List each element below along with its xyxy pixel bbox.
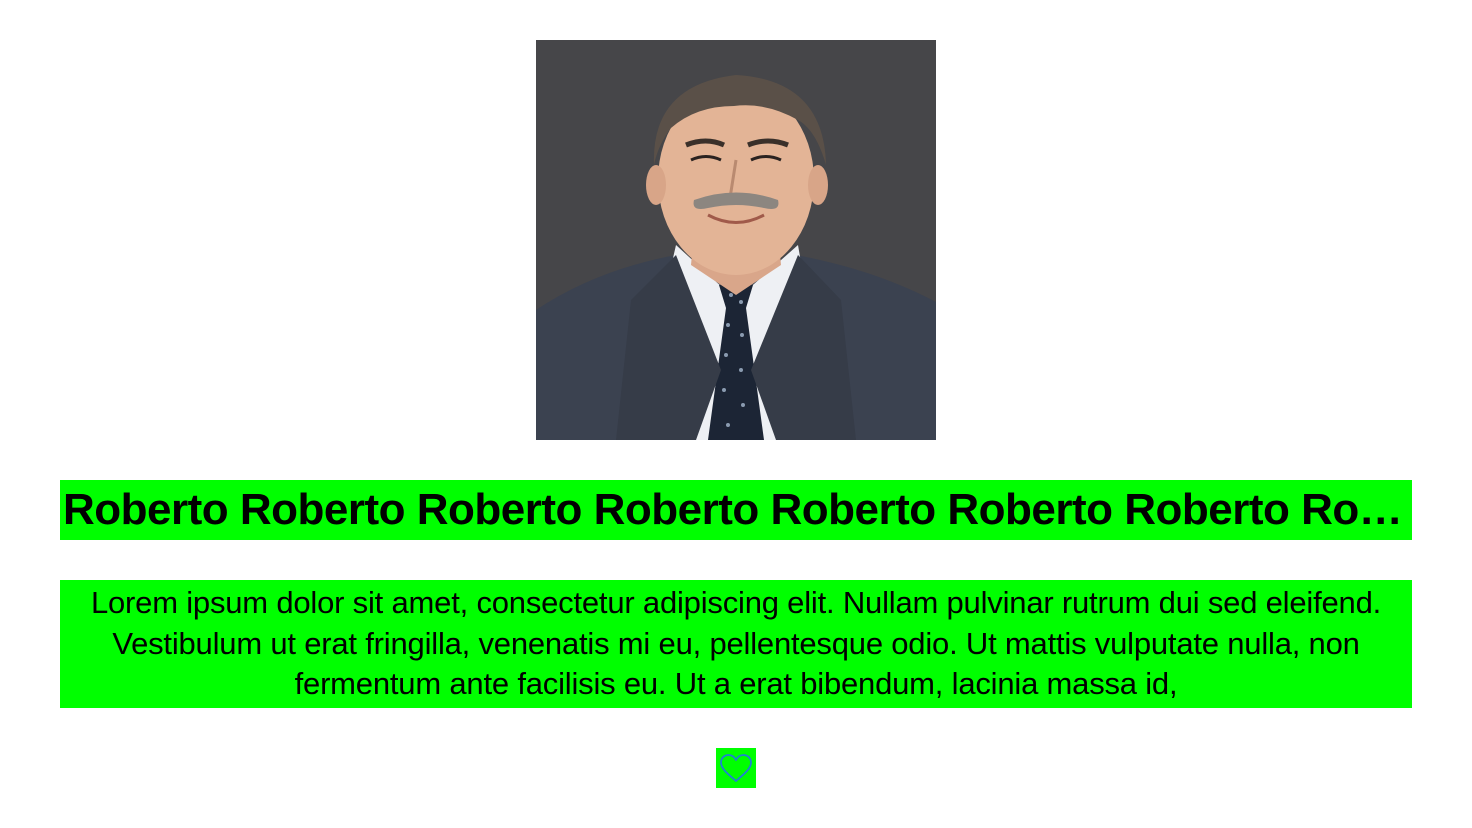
profile-description: Lorem ipsum dolor sit amet, consectetur … — [90, 585, 1382, 701]
heart-outline-icon — [720, 754, 752, 782]
profile-name: Roberto Roberto Roberto Roberto Roberto … — [63, 485, 1409, 534]
profile-photo — [536, 40, 936, 440]
profile-description-bar: Lorem ipsum dolor sit amet, consectetur … — [60, 580, 1412, 708]
profile-name-bar: Roberto Roberto Roberto Roberto Roberto … — [60, 480, 1412, 540]
profile-page: Roberto Roberto Roberto Roberto Roberto … — [0, 0, 1472, 828]
like-button[interactable] — [716, 748, 756, 788]
